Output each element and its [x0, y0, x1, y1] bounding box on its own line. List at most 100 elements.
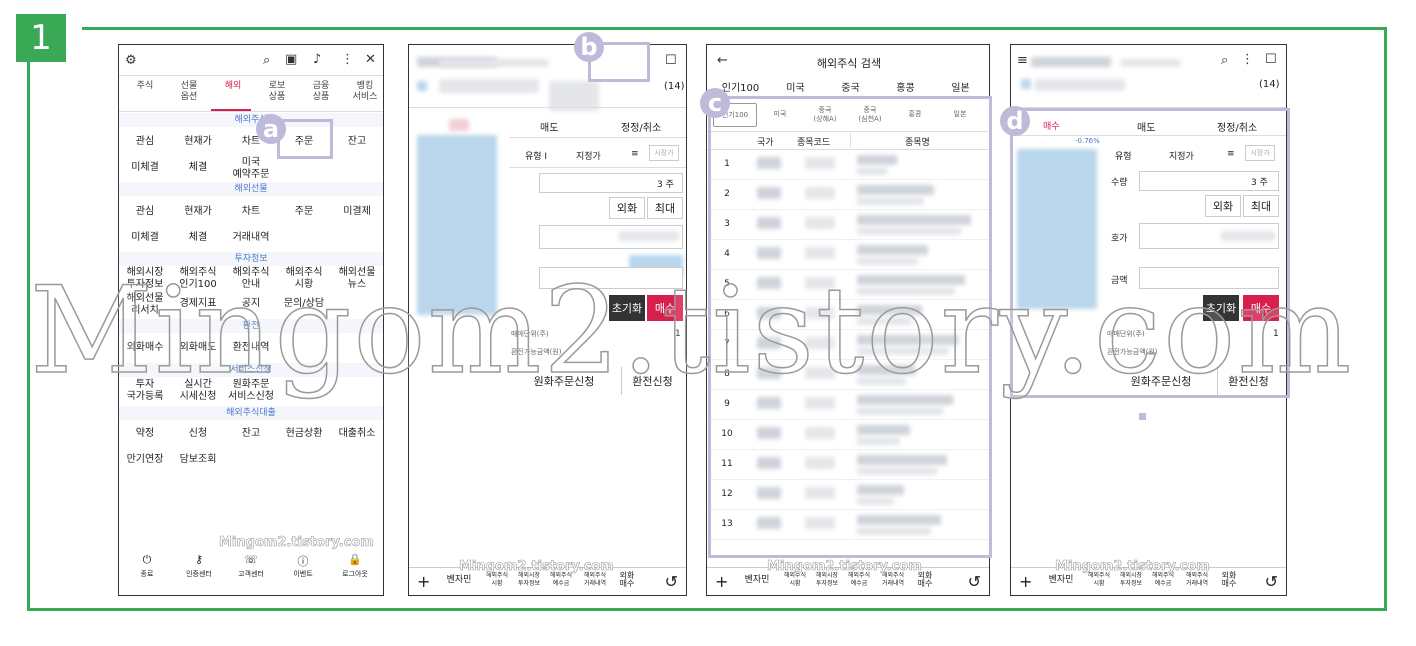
stock-menu-6[interactable]: 체결	[172, 162, 224, 174]
bottom-nav-item-2[interactable]: 해외시장 투자정보	[511, 572, 547, 588]
bottom-label-1[interactable]: 인증센터	[175, 569, 223, 579]
loan-menu-4[interactable]: 대출취소	[331, 428, 383, 440]
more-icon[interactable]: ⋮	[1241, 52, 1254, 67]
bottom-nav-item-5[interactable]: 외화 매수	[907, 572, 943, 588]
info-menu-8[interactable]: 문의/상담	[278, 298, 330, 310]
plus-icon[interactable]: +	[417, 572, 430, 591]
futures-menu-1[interactable]: 현재가	[172, 206, 224, 218]
fx-menu-0[interactable]: 외화매수	[119, 342, 171, 354]
loan-menu-3[interactable]: 현금상환	[278, 428, 330, 440]
tab-0[interactable]: 주식	[123, 81, 167, 92]
plus-icon[interactable]: +	[715, 572, 728, 591]
save-icon[interactable]: ☐	[1265, 52, 1277, 67]
search-icon[interactable]: ⌕	[1221, 53, 1228, 68]
bottom-nav-item-0[interactable]: 벤자민	[739, 576, 775, 585]
fx-button[interactable]: 외화	[609, 197, 645, 219]
bottom-nav-item-1[interactable]: 해외주식 시황	[777, 572, 813, 588]
service-menu-2[interactable]: 원화주문 서비스신청	[225, 379, 277, 403]
main-tab-3[interactable]: 홍콩	[878, 79, 933, 94]
bottom-label-2[interactable]: 고객센터	[227, 569, 275, 579]
info-menu-0[interactable]: 해외시장 투자정보	[119, 267, 171, 291]
bell-icon[interactable]: ♪	[313, 52, 321, 67]
fx-menu-1[interactable]: 외화매도	[172, 342, 224, 354]
loan-menu-0[interactable]: 약정	[119, 428, 171, 440]
futures-menu-2[interactable]: 차트	[225, 206, 277, 218]
bottom-nav-item-1[interactable]: 해외주식 시황	[479, 572, 515, 588]
bottom-icon-2[interactable]: ☏	[227, 553, 275, 566]
bottom-label-0[interactable]: 종료	[123, 569, 171, 579]
bottom-nav-item-5[interactable]: 외화 매수	[1211, 572, 1247, 588]
bottom-icon-0[interactable]: ⏻	[123, 553, 171, 567]
futures-menu-6[interactable]: 체결	[172, 232, 224, 244]
futures-menu-4[interactable]: 미결제	[331, 206, 383, 218]
bottom-nav-item-3[interactable]: 해외주식 예수금	[1145, 572, 1181, 588]
gear-icon[interactable]: ⚙	[125, 53, 137, 68]
tab-sell[interactable]: 매도	[540, 119, 558, 134]
stock-menu-1[interactable]: 현재가	[172, 136, 224, 148]
stock-menu-4[interactable]: 잔고	[331, 136, 383, 148]
krw-order-button[interactable]: 원화주문신청	[509, 367, 619, 395]
futures-menu-0[interactable]: 관심	[119, 206, 171, 218]
close-icon[interactable]: ✕	[365, 52, 376, 67]
loan-menu-1[interactable]: 신청	[172, 428, 224, 440]
main-tab-2[interactable]: 중국	[823, 79, 878, 94]
undo-icon[interactable]: ↺	[968, 572, 981, 591]
amount-input[interactable]	[539, 267, 683, 289]
fx-menu-2[interactable]: 환전내역	[225, 342, 277, 354]
plus-icon[interactable]: +	[1019, 572, 1032, 591]
futures-menu-3[interactable]: 주문	[278, 206, 330, 218]
exchange-button[interactable]: 환전신청	[621, 367, 683, 395]
bottom-icon-1[interactable]: ⚷	[175, 553, 223, 566]
max-button[interactable]: 최대	[647, 197, 683, 219]
bottom-label-4[interactable]: 로그아웃	[331, 569, 379, 579]
undo-icon[interactable]: ↺	[665, 572, 678, 591]
tab-2[interactable]: 해외	[211, 81, 255, 92]
bottom-nav-item-4[interactable]: 해외주식 거래내역	[1179, 572, 1215, 588]
bottom-nav-item-4[interactable]: 해외주식 거래내역	[577, 572, 613, 588]
more-icon[interactable]: ⋮	[341, 52, 354, 67]
bottom-nav-item-0[interactable]: 벤자민	[1043, 576, 1079, 585]
bottom-nav-item-3[interactable]: 해외주식 예수금	[841, 572, 877, 588]
buy-button[interactable]: 매수	[647, 295, 683, 321]
bottom-icon-3[interactable]: ⓘ	[279, 553, 327, 569]
bottom-nav-item-2[interactable]: 해외시장 투자정보	[1113, 572, 1149, 588]
bottom-icon-4[interactable]: 🔒	[331, 553, 379, 566]
futures-menu-5[interactable]: 미체결	[119, 232, 171, 244]
service-menu-1[interactable]: 실시간 시세신청	[172, 379, 224, 403]
info-menu-5[interactable]: 해외선물 리서치	[119, 293, 171, 317]
bottom-label-3[interactable]: 이벤트	[279, 569, 327, 579]
info-menu-3[interactable]: 해외주식 시황	[278, 267, 330, 291]
menu-icon[interactable]: ≡	[1017, 53, 1028, 68]
order-type[interactable]: 지정가	[576, 149, 601, 162]
tab-5[interactable]: 뱅킹 서비스	[343, 81, 383, 103]
bottom-nav-item-2[interactable]: 해외시장 투자정보	[809, 572, 845, 588]
bottom-nav-item-3[interactable]: 해외주식 예수금	[543, 572, 579, 588]
tab-4[interactable]: 금융 상품	[299, 81, 343, 103]
loan-menu-2[interactable]: 잔고	[225, 428, 277, 440]
bottom-nav-item-0[interactable]: 벤자민	[441, 576, 477, 585]
bottom-nav-item-5[interactable]: 외화 매수	[609, 572, 645, 588]
card-icon[interactable]: ▣	[285, 52, 297, 67]
info-menu-2[interactable]: 해외주식 안내	[225, 267, 277, 291]
bottom-nav-item-1[interactable]: 해외주식 시황	[1081, 572, 1117, 588]
tab-1[interactable]: 선물 옵션	[167, 81, 211, 103]
futures-menu-7[interactable]: 거래내역	[225, 232, 277, 244]
save-icon[interactable]: ☐	[665, 53, 677, 68]
main-tab-1[interactable]: 미국	[768, 79, 823, 94]
stock-menu-5[interactable]: 미체결	[119, 162, 171, 174]
reset-button[interactable]: 초기화	[609, 295, 645, 321]
service-menu-0[interactable]: 투자 국가등록	[119, 379, 171, 403]
tab-modify[interactable]: 정정/취소	[621, 119, 661, 134]
search-icon[interactable]: ⌕	[263, 53, 270, 68]
tab-3[interactable]: 로보 상품	[255, 81, 299, 103]
loan-menu-5[interactable]: 만기연장	[119, 454, 171, 466]
info-menu-1[interactable]: 해외주식 인기100	[172, 267, 224, 291]
loan-menu-6[interactable]: 담보조회	[172, 454, 224, 466]
info-menu-7[interactable]: 공지	[225, 298, 277, 310]
info-menu-6[interactable]: 경제지표	[172, 298, 224, 310]
info-menu-4[interactable]: 해외선물 뉴스	[331, 267, 383, 291]
main-tab-4[interactable]: 일본	[933, 79, 988, 94]
undo-icon[interactable]: ↺	[1265, 572, 1278, 591]
stock-menu-7[interactable]: 미국 예약주문	[225, 157, 277, 181]
stock-menu-0[interactable]: 관심	[119, 136, 171, 148]
